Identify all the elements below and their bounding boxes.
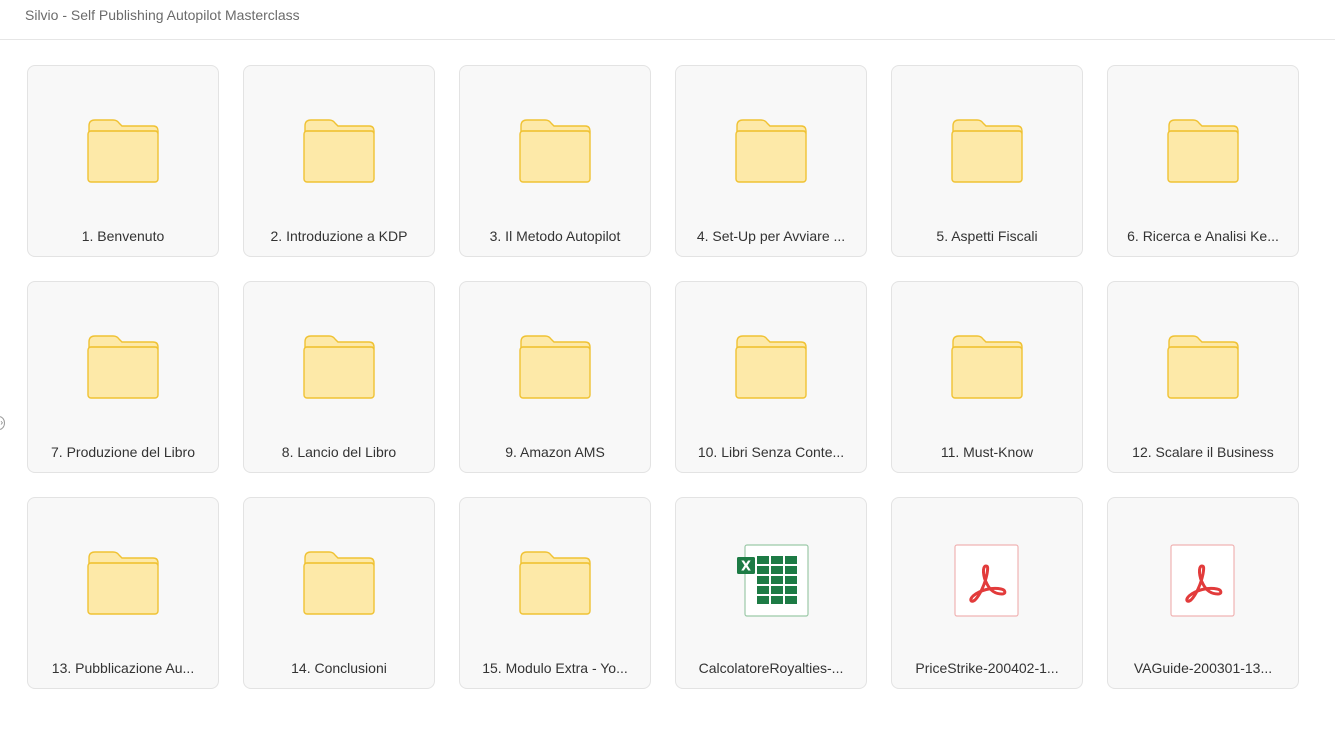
tile-label: 10. Libri Senza Conte... xyxy=(697,444,845,460)
tile-label: 5. Aspetti Fiscali xyxy=(936,228,1038,244)
grid-tile-folder[interactable]: 7. Produzione del Libro xyxy=(27,281,219,473)
file-grid: 1. Benvenuto 2. Introduzione a KDP 3. Il… xyxy=(27,65,1299,689)
folder-icon xyxy=(735,335,807,399)
grid-tile-folder[interactable]: 12. Scalare il Business xyxy=(1107,281,1299,473)
grid-tile-folder[interactable]: 5. Aspetti Fiscali xyxy=(891,65,1083,257)
grid-tile-folder[interactable]: 2. Introduzione a KDP xyxy=(243,65,435,257)
grid-tile-folder[interactable]: 1. Benvenuto xyxy=(27,65,219,257)
folder-icon xyxy=(303,119,375,183)
folder-icon xyxy=(519,119,591,183)
grid-tile-folder[interactable]: 14. Conclusioni xyxy=(243,497,435,689)
tile-label: 9. Amazon AMS xyxy=(505,444,605,460)
grid-tile-folder[interactable]: 4. Set-Up per Avviare ... xyxy=(675,65,867,257)
excel-file-icon: X xyxy=(737,544,809,617)
tile-label: 6. Ricerca e Analisi Ke... xyxy=(1127,228,1279,244)
pdf-file-icon xyxy=(1170,544,1235,617)
grid-tile-folder[interactable]: 3. Il Metodo Autopilot xyxy=(459,65,651,257)
tile-label: 12. Scalare il Business xyxy=(1132,444,1274,460)
grid-tile-folder[interactable]: 11. Must-Know xyxy=(891,281,1083,473)
folder-icon xyxy=(951,335,1023,399)
tile-label: 14. Conclusioni xyxy=(291,660,387,676)
tile-label: 15. Modulo Extra - Yo... xyxy=(482,660,628,676)
grid-tile-folder[interactable]: 8. Lancio del Libro xyxy=(243,281,435,473)
tile-label: 8. Lancio del Libro xyxy=(281,444,397,460)
tile-label: 7. Produzione del Libro xyxy=(51,444,195,460)
side-panel-handle[interactable]: › xyxy=(0,416,5,430)
folder-icon xyxy=(87,119,159,183)
folder-icon xyxy=(303,551,375,615)
folder-icon xyxy=(735,119,807,183)
tile-label: 11. Must-Know xyxy=(940,444,1034,460)
grid-tile-folder[interactable]: 13. Pubblicazione Au... xyxy=(27,497,219,689)
tile-label: 2. Introduzione a KDP xyxy=(270,228,408,244)
page-title: Silvio - Self Publishing Autopilot Maste… xyxy=(25,7,300,23)
tile-label: VAGuide-200301-13... xyxy=(1133,660,1273,676)
folder-icon xyxy=(1167,119,1239,183)
tile-label: 4. Set-Up per Avviare ... xyxy=(696,228,846,244)
folder-icon xyxy=(87,335,159,399)
grid-tile-file[interactable]: VAGuide-200301-13... xyxy=(1107,497,1299,689)
pdf-file-icon xyxy=(954,544,1019,617)
folder-icon xyxy=(87,551,159,615)
svg-text:X: X xyxy=(741,560,751,575)
grid-tile-file[interactable]: X CalcolatoreRoyalties-... xyxy=(675,497,867,689)
tile-label: 1. Benvenuto xyxy=(81,228,165,244)
grid-tile-folder[interactable]: 10. Libri Senza Conte... xyxy=(675,281,867,473)
grid-tile-file[interactable]: PriceStrike-200402-1... xyxy=(891,497,1083,689)
tile-label: CalcolatoreRoyalties-... xyxy=(698,660,844,676)
grid-tile-folder[interactable]: 15. Modulo Extra - Yo... xyxy=(459,497,651,689)
folder-icon xyxy=(519,551,591,615)
tile-label: 13. Pubblicazione Au... xyxy=(51,660,195,676)
folder-icon xyxy=(1167,335,1239,399)
tile-label: 3. Il Metodo Autopilot xyxy=(489,228,621,244)
folder-icon xyxy=(951,119,1023,183)
grid-tile-folder[interactable]: 6. Ricerca e Analisi Ke... xyxy=(1107,65,1299,257)
folder-icon xyxy=(303,335,375,399)
folder-icon xyxy=(519,335,591,399)
grid-tile-folder[interactable]: 9. Amazon AMS xyxy=(459,281,651,473)
tile-label: PriceStrike-200402-1... xyxy=(915,660,1059,676)
top-bar: Silvio - Self Publishing Autopilot Maste… xyxy=(0,0,1335,40)
